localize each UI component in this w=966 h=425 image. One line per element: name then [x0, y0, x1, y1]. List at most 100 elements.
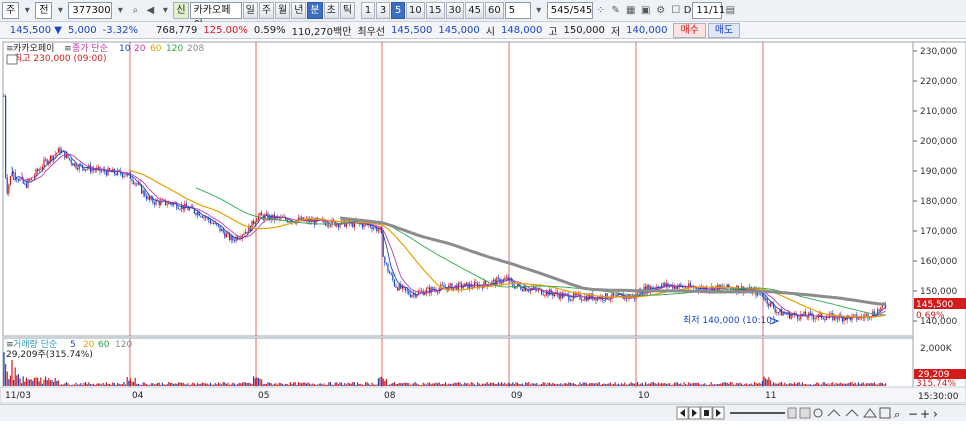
candle-body [77, 168, 79, 170]
sin-badge[interactable]: 신 [173, 2, 189, 19]
chart-icon[interactable]: ▦ [624, 2, 638, 19]
chart-toolbar: 주 ▾ 전 ▾ 377300 ▾ ⌕ ◀ ▾ 신 카카오페이 일 주 월 년 분… [0, 0, 966, 31]
volume-bar [385, 378, 387, 386]
buy-button[interactable]: 매수 [673, 22, 706, 38]
checkbox-icon[interactable]: ☐ [669, 2, 683, 19]
dropdown-arrow-icon[interactable]: ▾ [20, 2, 34, 19]
settings-gear-icon[interactable]: ⚙ [654, 2, 668, 19]
volume-bar [645, 382, 647, 386]
search-icon[interactable]: ⌕ [894, 408, 900, 421]
trend-tool-icon[interactable] [845, 409, 859, 417]
speaker-icon[interactable]: ◀ [143, 2, 157, 19]
low-note: 최저 140,000 (10:10) [683, 315, 775, 326]
dropdown-arrow-icon[interactable]: ▾ [158, 2, 172, 19]
draw-tool-icon[interactable]: ✎ [609, 2, 623, 19]
interval-3[interactable]: 3 [376, 2, 391, 19]
candle-body [384, 256, 386, 263]
candle-body [765, 298, 767, 300]
volume-bar [328, 382, 330, 386]
period-year[interactable]: 년 [291, 2, 307, 19]
candle-body [219, 225, 221, 232]
volume-bar [6, 371, 8, 386]
period-day[interactable]: 일 [242, 2, 258, 19]
table-icon[interactable] [6, 54, 18, 65]
period-month[interactable]: 월 [275, 2, 291, 19]
volume-bar [728, 383, 730, 386]
calendar-icon[interactable]: ▤ [723, 2, 737, 19]
volume-bar [253, 376, 255, 386]
interval-1[interactable]: 1 [361, 2, 376, 19]
period-tick[interactable]: 틱 [339, 2, 356, 19]
menu-icon[interactable]: ≡ [64, 44, 72, 54]
candle-body [211, 222, 213, 224]
triangle-tool-icon[interactable] [863, 408, 877, 418]
interval-60[interactable]: 60 [484, 2, 504, 19]
candle-body [3, 96, 5, 97]
market-select[interactable]: 주 [2, 2, 20, 19]
candle-body [789, 311, 791, 319]
candle-body [397, 287, 399, 291]
zoom-icon[interactable] [813, 408, 823, 418]
stock-chart[interactable]: 230,000 220,000 210,000 200,000 190,000 180,0… [0, 40, 966, 421]
volume-bar [726, 382, 728, 386]
minus-icon[interactable]: − [908, 407, 918, 421]
volume-bar [542, 382, 544, 386]
search-icon[interactable]: ⌕ [128, 2, 142, 19]
period-minute[interactable]: 분 [307, 2, 323, 19]
candle-body [54, 154, 56, 156]
volume-bar [824, 382, 826, 386]
candle-body [328, 225, 330, 227]
stock-code-input[interactable]: 377300 [68, 2, 113, 19]
interval-15[interactable]: 15 [425, 2, 445, 19]
interval-45[interactable]: 45 [465, 2, 484, 19]
volume-bar [605, 384, 607, 386]
volume-bar [571, 383, 573, 386]
candle-body [86, 168, 88, 170]
volume: 768,779 [156, 24, 198, 36]
volume-bar [573, 383, 575, 386]
period-second[interactable]: 초 [323, 2, 339, 19]
sell-button[interactable]: 매도 [707, 22, 741, 38]
dropdown-arrow-icon[interactable]: ▾ [113, 2, 127, 19]
volume-bar [16, 375, 18, 386]
candle-body [782, 313, 784, 316]
volume-bar [243, 382, 245, 386]
candle-body [733, 289, 735, 291]
candle-body [125, 175, 127, 177]
interval-input[interactable]: 5 [504, 2, 531, 19]
volume-bar [504, 382, 506, 386]
volume-bar [401, 383, 403, 386]
period-week[interactable]: 주 [258, 2, 275, 19]
interval-5[interactable]: 5 [391, 2, 406, 19]
candle-body [523, 287, 525, 291]
copy-icon[interactable] [787, 407, 797, 419]
dropdown-arrow-icon[interactable]: ▾ [53, 2, 67, 19]
split-icon[interactable] [799, 407, 811, 419]
save-icon[interactable]: ▣ [639, 2, 653, 19]
volume-bar [497, 382, 499, 386]
grid-icon[interactable]: ⁘ [594, 2, 608, 19]
interval-30[interactable]: 30 [445, 2, 465, 19]
volume-bar [819, 384, 821, 386]
volume-bar [830, 382, 832, 386]
volume-bar [309, 383, 311, 386]
volume-bar [630, 382, 632, 386]
volume-bar [512, 382, 514, 386]
volume-bar [374, 384, 376, 386]
date-field[interactable]: 11/11 [692, 2, 725, 19]
candle-body [587, 294, 589, 301]
volume-bar [323, 383, 325, 386]
candle-body [259, 212, 261, 216]
candle-body [45, 159, 47, 161]
zoom-box-icon[interactable] [879, 407, 891, 419]
volume-bar [737, 383, 739, 386]
candle-body [24, 183, 26, 185]
volume-bar [531, 383, 533, 386]
plus-icon[interactable]: + [920, 407, 930, 421]
jeon-select[interactable]: 전 [35, 2, 53, 19]
volume-bar [656, 384, 658, 386]
dropdown-arrow-icon[interactable]: ▾ [532, 2, 546, 19]
interval-10[interactable]: 10 [406, 2, 425, 19]
scroll-right-icon[interactable]: › [933, 407, 938, 421]
line-tool-icon[interactable] [827, 409, 841, 417]
